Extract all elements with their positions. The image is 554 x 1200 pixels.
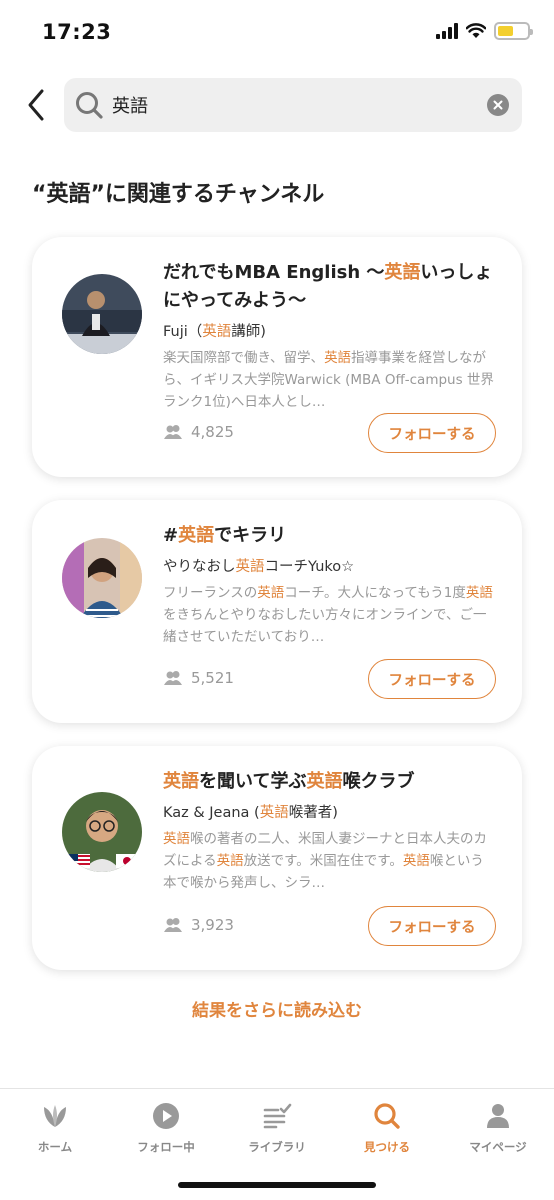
search-input[interactable] [112,78,472,132]
follower-count: 4,825 [163,423,234,441]
channel-author: Kaz & Jeana (英語喉著者) [163,805,338,821]
channel-info: だれでもMBA English 〜英語いっしょにやってみよう〜 Fuji（英語講… [163,259,496,413]
library-list-icon [263,1103,292,1129]
channel-info: #英語でキラリ やりなおし英語コーチYuko☆ フリーランスの英語コーチ。大人に… [163,522,496,648]
home-indicator [178,1182,376,1188]
status-time: 17:23 [42,20,112,44]
tab-label: マイページ [469,1140,527,1154]
channel-card[interactable]: だれでもMBA English 〜英語いっしょにやってみよう〜 Fuji（英語講… [32,237,522,477]
close-icon [493,100,503,110]
search-icon [76,92,103,119]
section-title: “英語”に関連するチャンネル [32,182,325,207]
channel-author: やりなおし英語コーチYuko☆ [163,559,355,575]
follow-button[interactable]: フォローする [368,413,496,453]
wifi-icon [466,23,486,38]
tab-label: 見つける [364,1140,410,1154]
status-icons [436,22,533,40]
people-icon [164,671,182,685]
channel-avatar [62,274,142,354]
tab-discover[interactable]: 見つける [332,1101,442,1155]
channel-title: 英語を聞いて学ぶ英語喉クラブ [163,771,415,792]
channel-description: フリーランスの英語コーチ。大人になってもう1度英語をきちんとやりなおしたい方々に… [163,585,493,645]
follower-count-value: 3,923 [191,916,234,934]
signal-icon [436,23,458,39]
people-icon [164,425,182,439]
tab-library[interactable]: ライブラリ [222,1101,332,1155]
channel-description: 楽天国際部で働き、留学、英語指導事業を経営しながら、イギリス大学院Warwick… [163,350,494,410]
battery-icon [494,22,533,40]
follower-count: 5,521 [163,669,234,687]
tab-following[interactable]: フォロー中 [111,1101,221,1155]
search-box[interactable] [64,78,522,132]
channel-info: 英語を聞いて学ぶ英語喉クラブ Kaz & Jeana (英語喉著者) 英語喉の著… [163,768,496,894]
channel-title: #英語でキラリ [163,525,287,546]
status-bar: 17:23 [0,0,554,66]
channel-author: Fuji（英語講師) [163,324,266,340]
person-icon [487,1104,509,1128]
follower-count: 3,923 [163,916,234,934]
channel-card[interactable]: 英語を聞いて学ぶ英語喉クラブ Kaz & Jeana (英語喉著者) 英語喉の著… [32,746,522,970]
follower-count-value: 5,521 [191,669,234,687]
people-icon [164,918,182,932]
tab-mypage[interactable]: マイページ [443,1101,553,1155]
tab-label: ライブラリ [248,1140,306,1154]
clear-search-button[interactable] [487,94,509,116]
channel-title: だれでもMBA English 〜英語いっしょにやってみよう〜 [163,262,493,311]
search-icon [374,1103,400,1129]
channel-avatar [62,792,142,872]
follower-count-value: 4,825 [191,423,234,441]
load-more-button[interactable]: 結果をさらに読み込む [0,996,554,1021]
tab-home[interactable]: ホーム [0,1101,110,1155]
chevron-left-icon [28,89,44,121]
tab-label: ホーム [37,1140,73,1154]
channel-card[interactable]: #英語でキラリ やりなおし英語コーチYuko☆ フリーランスの英語コーチ。大人に… [32,500,522,723]
channel-description: 英語喉の著者の二人、米国人妻ジーナと日本人夫のカズによる英語放送です。米国在住で… [163,831,487,891]
follow-button[interactable]: フォローする [368,659,496,699]
back-button[interactable] [18,84,54,126]
follow-button[interactable]: フォローする [368,906,496,946]
search-header [0,78,554,132]
home-leaf-icon [44,1105,66,1127]
tab-label: フォロー中 [137,1140,195,1154]
play-circle-icon [153,1103,179,1129]
channel-avatar [62,538,142,618]
